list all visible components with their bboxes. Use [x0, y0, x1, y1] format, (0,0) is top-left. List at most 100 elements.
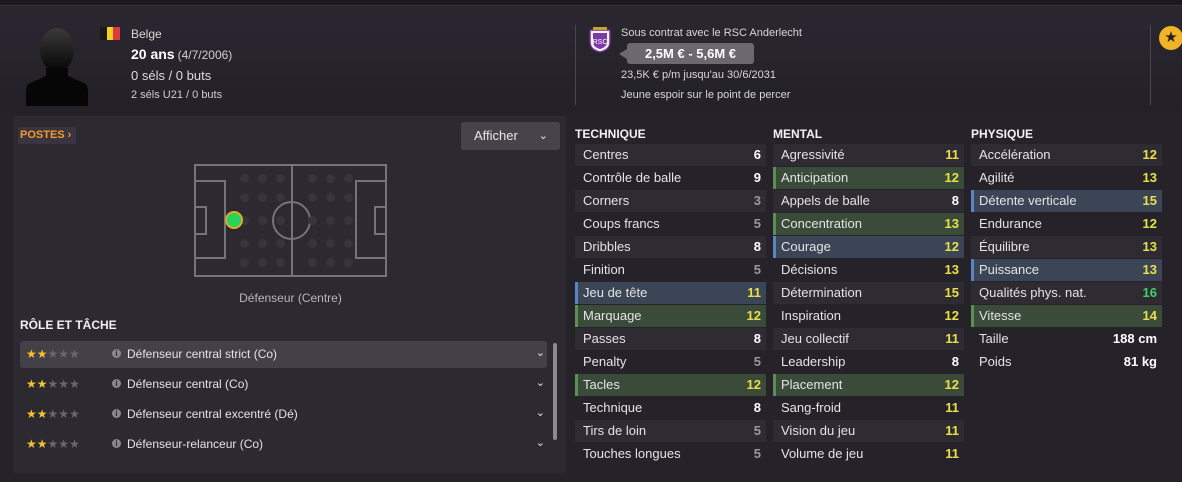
pitch-slot[interactable]	[326, 174, 335, 183]
attribute-row-physique[interactable]: Vitesse 14	[971, 305, 1162, 327]
attribute-name: Volume de jeu	[781, 446, 864, 461]
pitch-slot[interactable]	[258, 216, 267, 225]
pitch-slot[interactable]	[276, 174, 285, 183]
pitch-slot[interactable]	[308, 174, 317, 183]
pitch-slot[interactable]	[326, 216, 335, 225]
attribute-row-mental[interactable]: Détermination 15	[773, 282, 964, 304]
attribute-row-technique[interactable]: Coups francs 5	[575, 213, 766, 235]
pitch-slot[interactable]	[344, 193, 353, 202]
attribute-row-technique[interactable]: Corners 3	[575, 190, 766, 212]
attribute-row-physique[interactable]: Poids 81 kg	[971, 351, 1162, 373]
star-icon[interactable]: ★	[1159, 26, 1182, 50]
pitch-slot[interactable]	[240, 174, 249, 183]
role-row[interactable]: ★★★★★ i Défenseur central (Co) ⌄	[20, 371, 547, 398]
attribute-row-mental[interactable]: Jeu collectif 11	[773, 328, 964, 350]
attribute-row-technique[interactable]: Touches longues 5	[575, 443, 766, 465]
attribute-row-physique[interactable]: Accélération 12	[971, 144, 1162, 166]
pitch-slot[interactable]	[258, 193, 267, 202]
chevron-down-icon[interactable]: ⌄	[536, 376, 545, 389]
pitch-slot[interactable]	[308, 239, 317, 248]
attribute-row-mental[interactable]: Sang-froid 11	[773, 397, 964, 419]
attribute-value: 81 kg	[1123, 354, 1157, 369]
attribute-row-technique[interactable]: Contrôle de balle 9	[575, 167, 766, 189]
attribute-row-mental[interactable]: Agressivité 11	[773, 144, 964, 166]
attribute-name: Vision du jeu	[781, 423, 856, 438]
attribute-row-mental[interactable]: Vision du jeu 11	[773, 420, 964, 442]
attribute-value: 8	[753, 400, 761, 415]
pitch-slot[interactable]	[276, 193, 285, 202]
attribute-row-technique[interactable]: Technique 8	[575, 397, 766, 419]
chevron-down-icon[interactable]: ⌄	[536, 406, 545, 419]
attribute-row-technique[interactable]: Tacles 12	[575, 374, 766, 396]
transfer-value-badge[interactable]: 2,5M € - 5,6M €	[619, 43, 754, 64]
chevron-down-icon[interactable]: ⌄	[536, 346, 545, 359]
pitch-slot[interactable]	[326, 258, 335, 267]
pitch-slot[interactable]	[344, 174, 353, 183]
attribute-value: 5	[753, 216, 761, 231]
attribute-value: 13	[944, 262, 959, 277]
attribute-row-technique[interactable]: Dribbles 8	[575, 236, 766, 258]
attribute-row-mental[interactable]: Appels de balle 8	[773, 190, 964, 212]
info-icon[interactable]: i	[112, 439, 121, 448]
pitch-slot[interactable]	[326, 193, 335, 202]
pitch-slot[interactable]	[344, 258, 353, 267]
pitch-slot[interactable]	[326, 239, 335, 248]
attribute-value: 11	[945, 400, 959, 415]
attribute-name: Marquage	[583, 308, 642, 323]
pitch-slot[interactable]	[240, 258, 249, 267]
info-icon[interactable]: i	[112, 349, 121, 358]
attribute-name: Contrôle de balle	[583, 170, 682, 185]
role-row[interactable]: ★★★★★ i Défenseur central strict (Co) ⌄	[20, 341, 547, 368]
attribute-row-technique[interactable]: Finition 5	[575, 259, 766, 281]
attribute-value: 13	[944, 216, 959, 231]
position-marker-dc[interactable]	[225, 211, 243, 229]
attribute-row-mental[interactable]: Décisions 13	[773, 259, 964, 281]
pitch-slot[interactable]	[344, 216, 353, 225]
display-dropdown-label: Afficher	[474, 128, 518, 143]
attribute-row-physique[interactable]: Équilibre 13	[971, 236, 1162, 258]
attribute-row-physique[interactable]: Agilité 13	[971, 167, 1162, 189]
display-dropdown[interactable]: Afficher ⌄	[461, 122, 560, 150]
info-icon[interactable]: i	[112, 379, 121, 388]
attribute-row-mental[interactable]: Concentration 13	[773, 213, 964, 235]
pitch-slot[interactable]	[344, 239, 353, 248]
attribute-row-technique[interactable]: Centres 6	[575, 144, 766, 166]
pitch-slot[interactable]	[276, 239, 285, 248]
pitch-slot[interactable]	[308, 258, 317, 267]
attribute-row-mental[interactable]: Inspiration 12	[773, 305, 964, 327]
role-row[interactable]: ★★★★★ i Défenseur central excentré (Dé) ⌄	[20, 401, 547, 428]
role-row[interactable]: ★★★★★ i Défenseur-relanceur (Co) ⌄	[20, 431, 547, 458]
attribute-row-physique[interactable]: Endurance 12	[971, 213, 1162, 235]
attribute-row-mental[interactable]: Courage 12	[773, 236, 964, 258]
chevron-down-icon[interactable]: ⌄	[536, 436, 545, 449]
attribute-row-mental[interactable]: Volume de jeu 11	[773, 443, 964, 465]
attribute-row-physique[interactable]: Détente verticale 15	[971, 190, 1162, 212]
attribute-row-mental[interactable]: Leadership 8	[773, 351, 964, 373]
attribute-row-physique[interactable]: Qualités phys. nat. 16	[971, 282, 1162, 304]
pitch-slot[interactable]	[258, 258, 267, 267]
pitch-slot[interactable]	[276, 216, 285, 225]
pitch-diagram[interactable]	[194, 164, 387, 277]
attribute-row-technique[interactable]: Tirs de loin 5	[575, 420, 766, 442]
pitch-slot[interactable]	[308, 216, 317, 225]
pitch-slot[interactable]	[258, 239, 267, 248]
attribute-row-technique[interactable]: Passes 8	[575, 328, 766, 350]
pitch-slot[interactable]	[276, 258, 285, 267]
attribute-name: Concentration	[781, 216, 862, 231]
info-icon[interactable]: i	[112, 409, 121, 418]
pitch-slot[interactable]	[308, 193, 317, 202]
attribute-row-physique[interactable]: Puissance 13	[971, 259, 1162, 281]
contract-status[interactable]: Sous contrat avec le RSC Anderlecht	[621, 27, 802, 39]
attribute-row-technique[interactable]: Penalty 5	[575, 351, 766, 373]
attribute-row-technique[interactable]: Jeu de tête 11	[575, 282, 766, 304]
club-crest-icon[interactable]: RSC	[589, 27, 611, 53]
attribute-row-physique[interactable]: Taille 188 cm	[971, 328, 1162, 350]
pitch-slot[interactable]	[240, 239, 249, 248]
pitch-slot[interactable]	[258, 174, 267, 183]
pitch-slot[interactable]	[240, 193, 249, 202]
attribute-row-technique[interactable]: Marquage 12	[575, 305, 766, 327]
role-list-scrollbar[interactable]	[553, 343, 557, 440]
positions-tab[interactable]: POSTES ›	[18, 127, 77, 144]
attribute-row-mental[interactable]: Anticipation 12	[773, 167, 964, 189]
attribute-row-mental[interactable]: Placement 12	[773, 374, 964, 396]
